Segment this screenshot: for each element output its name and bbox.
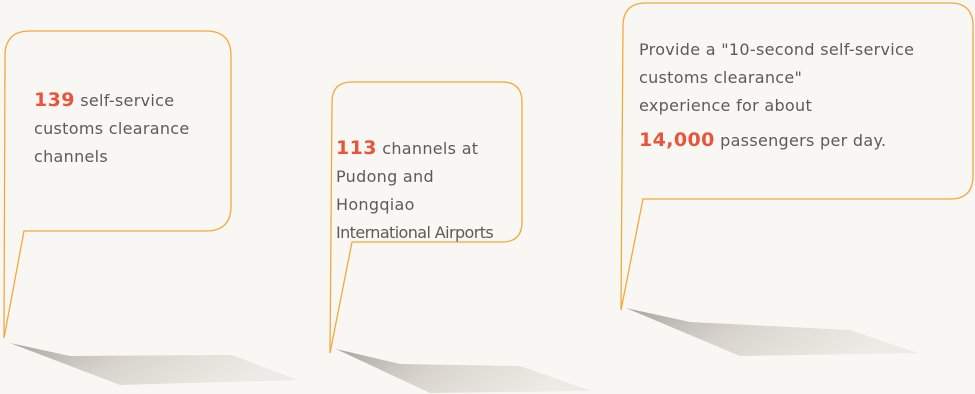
callout-3-line-3: experience for about [639,96,813,115]
callout-3-suffix: passengers per day. [720,131,887,150]
callout-3-line-2: customs clearance" [639,68,803,87]
infographic-canvas: 139 self-service customs clearance chann… [0,0,975,394]
callout-3-shadow [626,308,918,356]
callout-3-number: 14,000 [639,129,715,151]
callout-3-line-1: Provide a "10-second self-service [639,40,915,59]
callout-passenger-experience: Provide a "10-second self-service custom… [0,0,975,394]
